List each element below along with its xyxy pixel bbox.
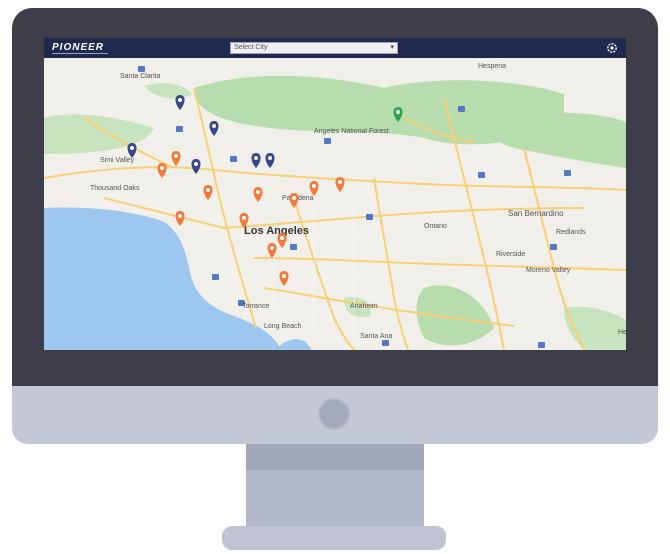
monitor-stand-base (222, 526, 446, 550)
map-label: Santa Ana (360, 333, 392, 340)
power-button[interactable] (318, 398, 350, 430)
map-label: Moreno Valley (526, 267, 571, 274)
logo: PIONEER (52, 42, 105, 53)
map-label: Angeles National Forest (314, 128, 389, 135)
map-label: Long Beach (264, 323, 301, 330)
app-bar: PIONEER Select City ▾ (44, 38, 626, 58)
city-select-placeholder: Select City (234, 44, 268, 51)
map-label: Los Angeles (244, 225, 309, 237)
map-label: Riverside (496, 251, 525, 258)
chevron-down-icon: ▾ (390, 44, 394, 51)
map-label: Anaheim (350, 303, 378, 310)
map[interactable]: Santa Clarita Hesperia Angeles National Fo… (44, 58, 626, 350)
screen: PIONEER Select City ▾ Santa Clarita Hesp… (44, 38, 626, 350)
map-label: Redlands (556, 229, 586, 236)
gear-icon[interactable] (606, 42, 618, 54)
city-select[interactable]: Select City ▾ (230, 42, 398, 54)
map-label: Thousand Oaks (90, 185, 140, 192)
map-label: San Bernardino (508, 209, 564, 218)
monitor-stand-shadow (246, 444, 424, 470)
map-label: Hemet (618, 329, 626, 336)
map-label: Ontario (424, 223, 447, 230)
logo-underline (52, 53, 108, 54)
map-label: Hesperia (478, 63, 506, 70)
map-label: Simi Valley (100, 157, 135, 164)
map-label: Santa Clarita (120, 73, 161, 80)
map-label: Torrance (242, 303, 269, 310)
